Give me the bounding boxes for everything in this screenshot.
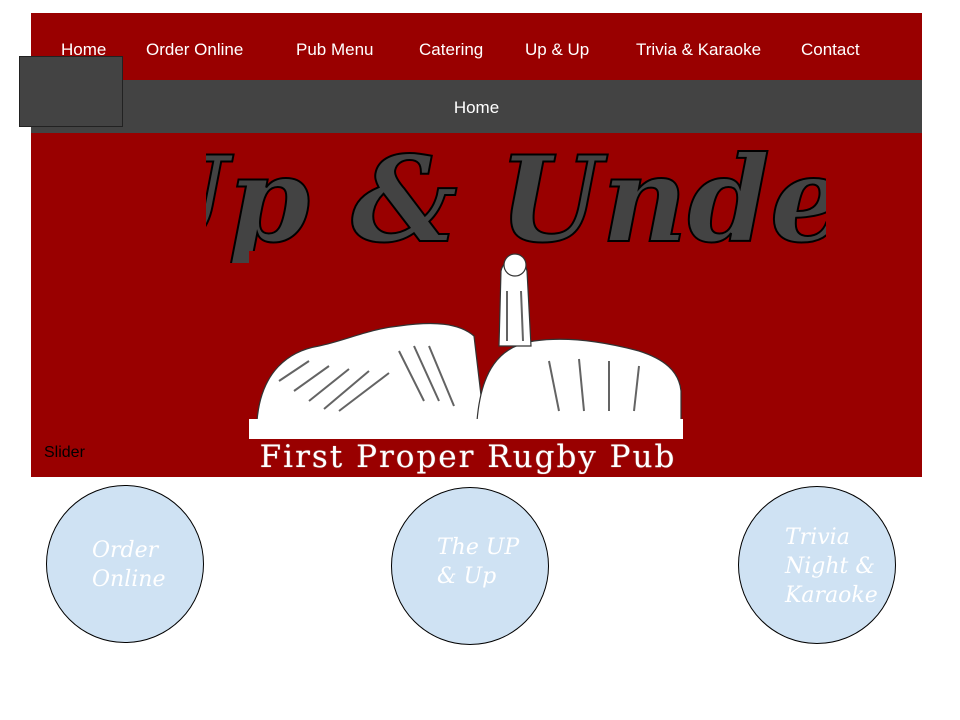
up-and-up-circle-button[interactable]: The UP & Up xyxy=(391,487,549,645)
top-nav: Home Order Online Pub Menu Catering Up &… xyxy=(31,13,922,81)
logo-placeholder[interactable] xyxy=(19,56,123,127)
hero-title-text: Up & Under xyxy=(206,133,826,263)
order-online-circle-button[interactable]: Order Online xyxy=(46,485,204,643)
page-title: Home xyxy=(453,98,500,117)
nav-order-online[interactable]: Order Online xyxy=(146,40,243,60)
nav-catering[interactable]: Catering xyxy=(419,40,483,60)
nav-up-and-up[interactable]: Up & Up xyxy=(525,40,589,60)
nav-pub-menu[interactable]: Pub Menu xyxy=(296,40,374,60)
up-and-up-circle-label: The UP & Up xyxy=(437,535,520,589)
order-online-circle-label: Order Online xyxy=(92,538,166,592)
nav-contact[interactable]: Contact xyxy=(801,40,860,60)
nav-trivia-karaoke[interactable]: Trivia & Karaoke xyxy=(636,40,761,60)
rugby-scrum-illustration xyxy=(249,251,683,439)
hero-tagline: First Proper Rugby Pub xyxy=(259,439,677,475)
slider-label: Slider xyxy=(44,444,85,461)
hero-slider[interactable]: Up & Under First Proper Rugby Pub Slider xyxy=(31,133,922,477)
hero-title: Up & Under xyxy=(206,133,826,263)
trivia-karaoke-circle-label: Trivia Night & Karaoke xyxy=(785,525,878,608)
page-header-bar: Home xyxy=(31,80,922,134)
trivia-karaoke-circle-button[interactable]: Trivia Night & Karaoke xyxy=(738,486,896,644)
